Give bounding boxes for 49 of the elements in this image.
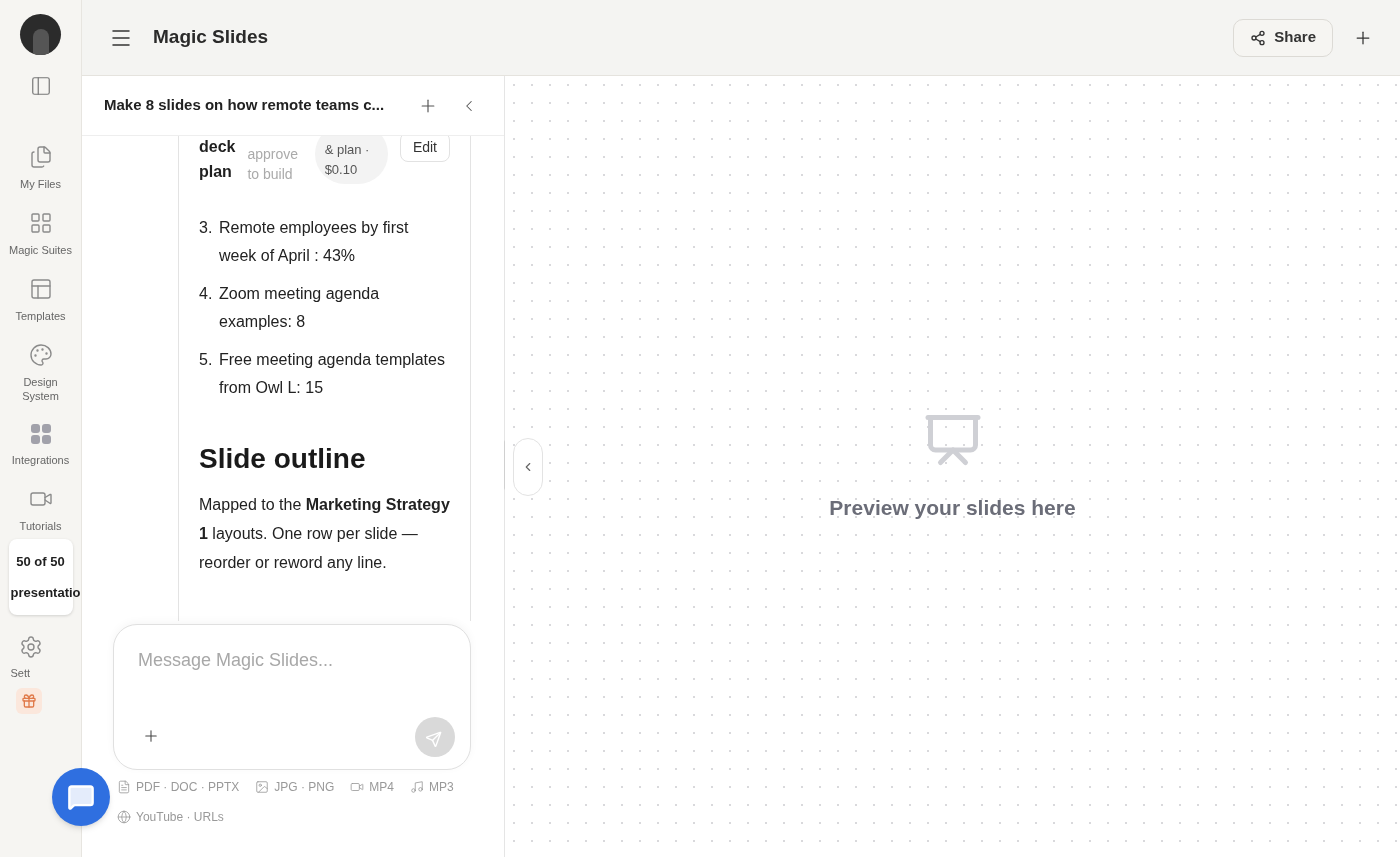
preview-message: Preview your slides here	[829, 495, 1076, 521]
sidebar-item[interactable]: Templates	[2, 277, 79, 323]
sidebar-item[interactable]: Sett	[10, 635, 71, 682]
list-number: 3.	[199, 218, 214, 238]
image-icon	[255, 780, 270, 794]
cost-pill: & plan · $0.10	[314, 136, 388, 184]
usage-count: 50 of 50	[16, 552, 65, 571]
sidebar-toggle-icon[interactable]	[29, 75, 52, 97]
message-composer[interactable]: Message Magic Slides...	[113, 624, 471, 770]
sidebar-item[interactable]: Magic Suites	[2, 211, 79, 257]
share-icon	[1250, 29, 1267, 46]
list-number: 5.	[199, 350, 214, 370]
music-note-icon	[410, 780, 425, 794]
list-number: 4.	[199, 284, 214, 304]
attachment-type: JPG · PNG	[255, 778, 335, 796]
gift-icon	[20, 692, 37, 709]
sidebar-item[interactable]: My Files	[2, 145, 79, 191]
list-item-text: Free meeting agenda templates from Owl L: 15	[219, 350, 446, 398]
grid-icon	[29, 423, 52, 445]
document-icon	[117, 780, 131, 794]
list-item-text: Remote employees by first week of April : 43%	[219, 218, 410, 266]
palette-icon	[28, 343, 53, 367]
video-camera-icon	[350, 780, 365, 794]
sidebar-item[interactable]: Integrations	[2, 423, 79, 467]
attachment-type: YouTube · URLs	[117, 808, 224, 826]
files-icon	[28, 145, 53, 169]
avatar[interactable]	[20, 14, 61, 55]
app-title: Magic Slides	[153, 25, 269, 50]
gift-button[interactable]	[15, 687, 42, 714]
attachment-type: PDF · DOC · PPTX	[117, 778, 240, 796]
plan-note: approve to build	[247, 145, 300, 184]
sidebar-item[interactable]: Tutorials	[2, 487, 79, 533]
globe-icon	[117, 810, 131, 824]
attachment-type: MP4	[350, 778, 395, 796]
chat-bubble-icon	[67, 783, 95, 811]
outline-description: Mapped to the Marketing Strategy 1 layouts. One row per slide — reorder or reword any line.	[199, 495, 450, 573]
share-button[interactable]: Share	[1233, 18, 1333, 57]
sidebar-item[interactable]: Design System	[2, 343, 79, 403]
chat-title: Make 8 slides on how remote teams c...	[104, 95, 386, 116]
plan-title: deck plan	[199, 137, 236, 182]
grid-icon	[28, 211, 53, 235]
layout-icon	[28, 277, 53, 301]
attachment-type: MP3	[410, 778, 454, 796]
usage-unit: presentatio	[10, 584, 81, 602]
section-heading: Slide outline	[199, 442, 367, 476]
settings-icon	[18, 635, 43, 659]
plus-icon[interactable]	[142, 727, 160, 745]
list-item-text: Zoom meeting agenda examples: 8	[219, 284, 381, 332]
message-input[interactable]: Message Magic Slides...	[138, 647, 438, 674]
